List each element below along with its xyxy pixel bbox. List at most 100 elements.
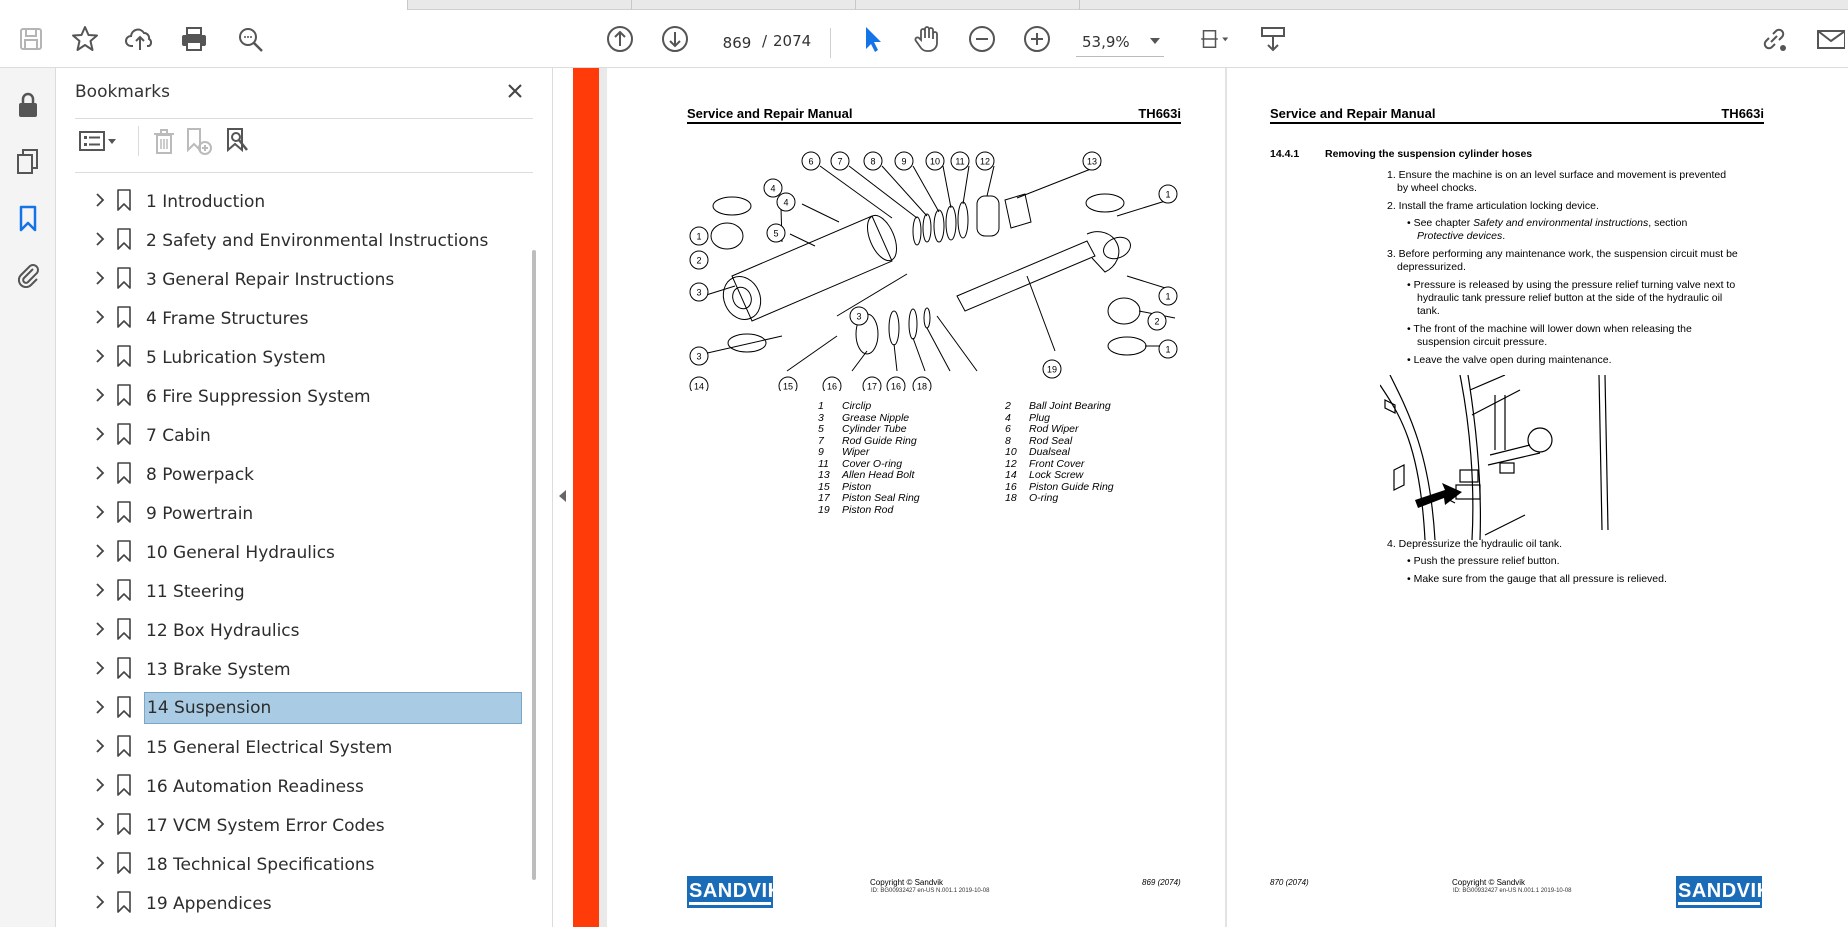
chevron-right-icon[interactable] bbox=[90, 346, 110, 366]
part-name: Grease Nipple bbox=[842, 411, 910, 424]
part-number: 13 bbox=[818, 469, 830, 481]
save-button[interactable] bbox=[11, 19, 51, 59]
bookmark-item[interactable]: 15 General Electrical System bbox=[56, 729, 526, 763]
link-chapter: Safety and environmental instructions bbox=[1473, 217, 1649, 229]
bookmark-star-button[interactable] bbox=[65, 19, 105, 59]
chevron-right-icon[interactable] bbox=[90, 580, 110, 600]
bookmark-item[interactable]: 9 Powertrain bbox=[56, 495, 526, 529]
plus-circle-icon bbox=[1024, 26, 1050, 52]
bookmarks-panel: Bookmarks 1 Introduction 2 Safety and Env… bbox=[56, 68, 553, 927]
chevron-right-icon[interactable] bbox=[90, 229, 110, 249]
callout-number: 10 bbox=[930, 157, 940, 167]
callout-number: 12 bbox=[980, 157, 990, 167]
document-tab[interactable] bbox=[408, 0, 632, 10]
callout-number: 4 bbox=[770, 184, 775, 194]
bookmark-icon bbox=[114, 266, 134, 290]
chevron-right-icon[interactable] bbox=[90, 814, 110, 834]
bookmark-item[interactable]: 8 Powerpack bbox=[56, 456, 526, 490]
select-tool-button[interactable] bbox=[852, 19, 892, 59]
chevron-right-icon[interactable] bbox=[90, 697, 110, 717]
bookmark-item[interactable]: 11 Steering bbox=[56, 573, 526, 607]
copyright-text: Copyright © Sandvik bbox=[1452, 878, 1526, 887]
callout: 19 bbox=[1042, 359, 1062, 379]
page-870: Service and Repair Manual TH663i 14.4.1 … bbox=[1270, 68, 1800, 927]
part-name: Wiper bbox=[842, 446, 870, 458]
callout: 18 bbox=[912, 376, 932, 391]
collapse-panel-handle[interactable] bbox=[559, 490, 566, 502]
bookmark-item[interactable]: 6 Fire Suppression System bbox=[56, 378, 526, 412]
delete-bookmark-button[interactable] bbox=[146, 124, 182, 158]
lock-icon bbox=[19, 92, 37, 117]
bookmark-item[interactable]: 3 General Repair Instructions bbox=[56, 261, 526, 295]
callout-number: 14 bbox=[694, 382, 704, 392]
document-tab[interactable] bbox=[632, 0, 856, 10]
zoom-in-button[interactable] bbox=[1017, 19, 1057, 59]
hand-tool-button[interactable] bbox=[907, 19, 947, 59]
bookmark-item[interactable]: 16 Automation Readiness bbox=[56, 768, 526, 802]
find-bookmark-button[interactable] bbox=[218, 124, 258, 158]
document-viewport[interactable]: Service and Repair Manual TH663i 6 7 8 9… bbox=[573, 68, 1848, 927]
bookmarks-panel-button[interactable] bbox=[8, 198, 48, 238]
page-fit-button[interactable] bbox=[1186, 19, 1242, 59]
new-bookmark-button[interactable] bbox=[178, 124, 218, 158]
panel-scrollbar[interactable] bbox=[532, 250, 536, 880]
chevron-right-icon[interactable] bbox=[90, 424, 110, 444]
bookmark-item[interactable]: 5 Lubrication System bbox=[56, 339, 526, 373]
close-panel-button[interactable] bbox=[502, 78, 528, 104]
callout: 5 bbox=[766, 223, 786, 243]
chevron-right-icon[interactable] bbox=[90, 892, 110, 912]
chevron-right-icon[interactable] bbox=[90, 541, 110, 561]
chevron-right-icon[interactable] bbox=[90, 658, 110, 678]
bookmark-icon bbox=[114, 539, 134, 563]
zoom-level-select[interactable]: 53,9% bbox=[1076, 29, 1164, 57]
security-button[interactable] bbox=[8, 85, 48, 125]
bookmark-icon bbox=[114, 578, 134, 602]
bookmark-item[interactable]: 1 Introduction bbox=[56, 183, 526, 217]
chevron-right-icon[interactable] bbox=[90, 463, 110, 483]
bookmark-item[interactable]: 17 VCM System Error Codes bbox=[56, 807, 526, 841]
scroll-mode-button[interactable] bbox=[1253, 19, 1293, 59]
zoom-out-button[interactable] bbox=[962, 19, 1002, 59]
previous-page-button[interactable] bbox=[600, 19, 640, 59]
step-3-bullet-2-line-1: • The front of the machine will lower do… bbox=[1407, 323, 1692, 335]
callout-number: 3 bbox=[696, 352, 701, 362]
bookmark-item[interactable]: 2 Safety and Environmental Instructions bbox=[56, 222, 526, 256]
print-button[interactable] bbox=[174, 19, 214, 59]
bookmark-item[interactable]: 12 Box Hydraulics bbox=[56, 612, 526, 646]
bookmark-icon bbox=[114, 734, 134, 758]
bookmark-label: 15 General Electrical System bbox=[146, 738, 393, 758]
bookmark-options-button[interactable] bbox=[75, 124, 121, 158]
attachments-button[interactable] bbox=[8, 254, 48, 294]
bookmark-item[interactable]: 7 Cabin bbox=[56, 417, 526, 451]
chevron-right-icon[interactable] bbox=[90, 853, 110, 873]
bookmark-item[interactable]: 10 General Hydraulics bbox=[56, 534, 526, 568]
callout-number: 16 bbox=[891, 382, 901, 392]
part-name: Piston bbox=[842, 480, 872, 493]
mail-icon bbox=[1817, 30, 1845, 49]
bookmark-item[interactable]: 18 Technical Specifications bbox=[56, 846, 526, 880]
next-page-button[interactable] bbox=[655, 19, 695, 59]
document-tab[interactable] bbox=[856, 0, 1080, 10]
chevron-right-icon[interactable] bbox=[90, 502, 110, 522]
chevron-right-icon[interactable] bbox=[90, 736, 110, 756]
document-tab-active[interactable] bbox=[0, 0, 408, 10]
chevron-right-icon[interactable] bbox=[90, 307, 110, 327]
page-thumbnails-button[interactable] bbox=[8, 141, 48, 181]
bookmark-item[interactable]: 14 Suspension bbox=[56, 690, 526, 724]
bookmark-item[interactable]: 13 Brake System bbox=[56, 651, 526, 685]
callout-number: 5 bbox=[773, 229, 778, 239]
chevron-right-icon[interactable] bbox=[90, 385, 110, 405]
chevron-right-icon[interactable] bbox=[90, 619, 110, 639]
bookmark-item[interactable]: 4 Frame Structures bbox=[56, 300, 526, 334]
bookmark-label: 14 Suspension bbox=[144, 692, 522, 724]
chevron-right-icon[interactable] bbox=[90, 268, 110, 288]
share-link-button[interactable] bbox=[1754, 19, 1794, 59]
chevron-right-icon[interactable] bbox=[90, 775, 110, 795]
callout: 4 bbox=[776, 192, 796, 212]
email-button[interactable] bbox=[1810, 19, 1848, 59]
bookmark-item[interactable]: 19 Appendices bbox=[56, 885, 526, 919]
find-button[interactable] bbox=[230, 19, 270, 59]
upload-cloud-button[interactable] bbox=[120, 19, 160, 59]
chevron-right-icon[interactable] bbox=[90, 190, 110, 210]
page-number-input[interactable] bbox=[716, 31, 758, 55]
